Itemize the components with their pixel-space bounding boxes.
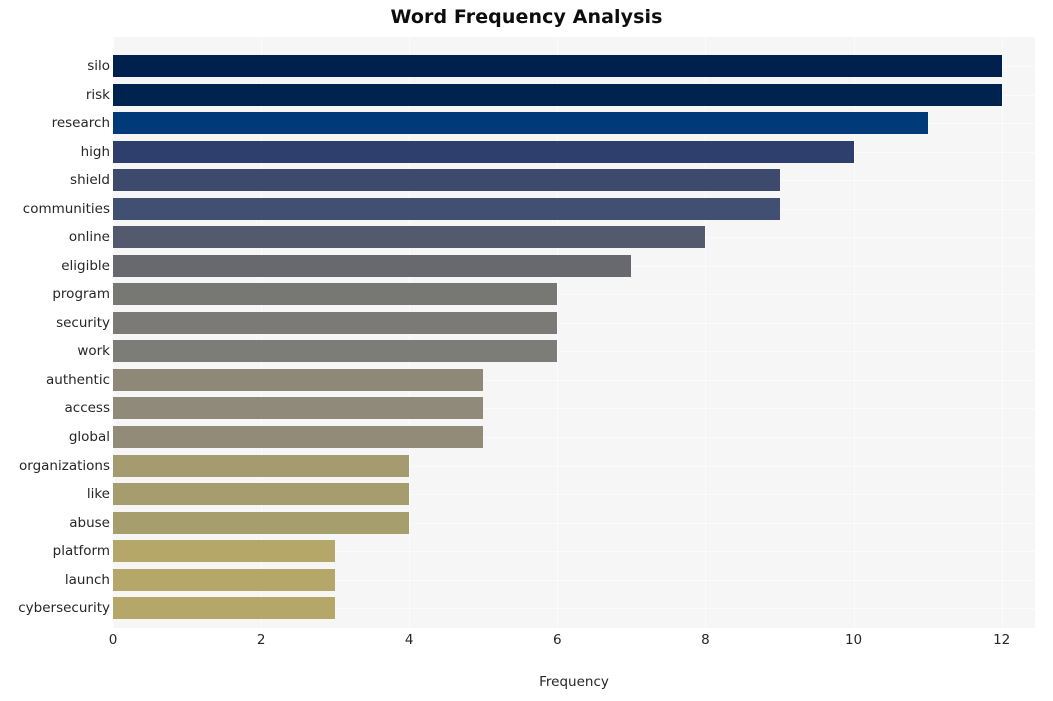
y-tick-label: communities xyxy=(22,200,110,217)
bar xyxy=(113,169,780,192)
x-tick-label: 12 xyxy=(993,632,1011,648)
y-tick-label: high xyxy=(80,143,110,160)
bar xyxy=(113,368,484,391)
x-tick-label: 6 xyxy=(553,632,562,648)
y-tick-label: work xyxy=(77,343,110,360)
y-tick-label: abuse xyxy=(69,514,110,531)
bar xyxy=(113,597,336,620)
y-tick-label: online xyxy=(68,229,110,246)
bar xyxy=(113,283,558,306)
bar xyxy=(113,340,558,363)
x-axis-tick-labels: 0 2 4 6 8 10 12 xyxy=(0,632,1053,656)
bar xyxy=(113,425,484,448)
bar xyxy=(113,540,336,563)
y-tick-label: silo xyxy=(87,58,110,74)
y-tick-label: security xyxy=(56,314,110,331)
bar xyxy=(113,140,854,163)
x-tick-label: 2 xyxy=(256,632,266,648)
bar xyxy=(113,226,706,249)
y-axis-tick-labels: silo risk research high shield communities onl… xyxy=(0,37,110,628)
x-axis-title: Frequency xyxy=(539,674,609,690)
bar xyxy=(113,197,780,220)
y-tick-label: cybersecurity xyxy=(18,600,110,617)
y-tick-label: global xyxy=(68,428,110,445)
y-tick-label: launch xyxy=(64,571,110,588)
bar xyxy=(113,55,1002,77)
bar xyxy=(113,83,1002,106)
bar xyxy=(113,311,558,334)
bar xyxy=(113,254,632,277)
bar xyxy=(113,397,484,420)
chart-figure: Word Frequency Analysis silo risk research… xyxy=(0,0,1053,701)
x-tick-label: 8 xyxy=(701,632,710,648)
x-tick-label: 10 xyxy=(844,632,863,648)
bar xyxy=(113,454,410,477)
y-tick-label: eligible xyxy=(61,257,110,274)
plot-area xyxy=(113,37,1035,628)
bar xyxy=(113,568,336,591)
bar xyxy=(113,112,928,135)
y-tick-label: authentic xyxy=(45,371,110,388)
y-tick-label: risk xyxy=(85,86,110,103)
x-tick-label: 4 xyxy=(404,632,414,648)
bars-layer xyxy=(113,37,1035,628)
y-tick-label: platform xyxy=(52,543,110,560)
y-tick-label: like xyxy=(86,486,110,503)
bar xyxy=(113,511,410,534)
y-tick-label: access xyxy=(64,400,111,417)
x-tick-label: 0 xyxy=(108,632,118,648)
bar xyxy=(113,483,410,506)
y-tick-label: program xyxy=(52,286,110,303)
y-tick-label: shield xyxy=(70,172,110,189)
y-tick-label: research xyxy=(51,115,110,132)
y-tick-label: organizations xyxy=(19,457,110,474)
chart-title: Word Frequency Analysis xyxy=(390,6,663,28)
